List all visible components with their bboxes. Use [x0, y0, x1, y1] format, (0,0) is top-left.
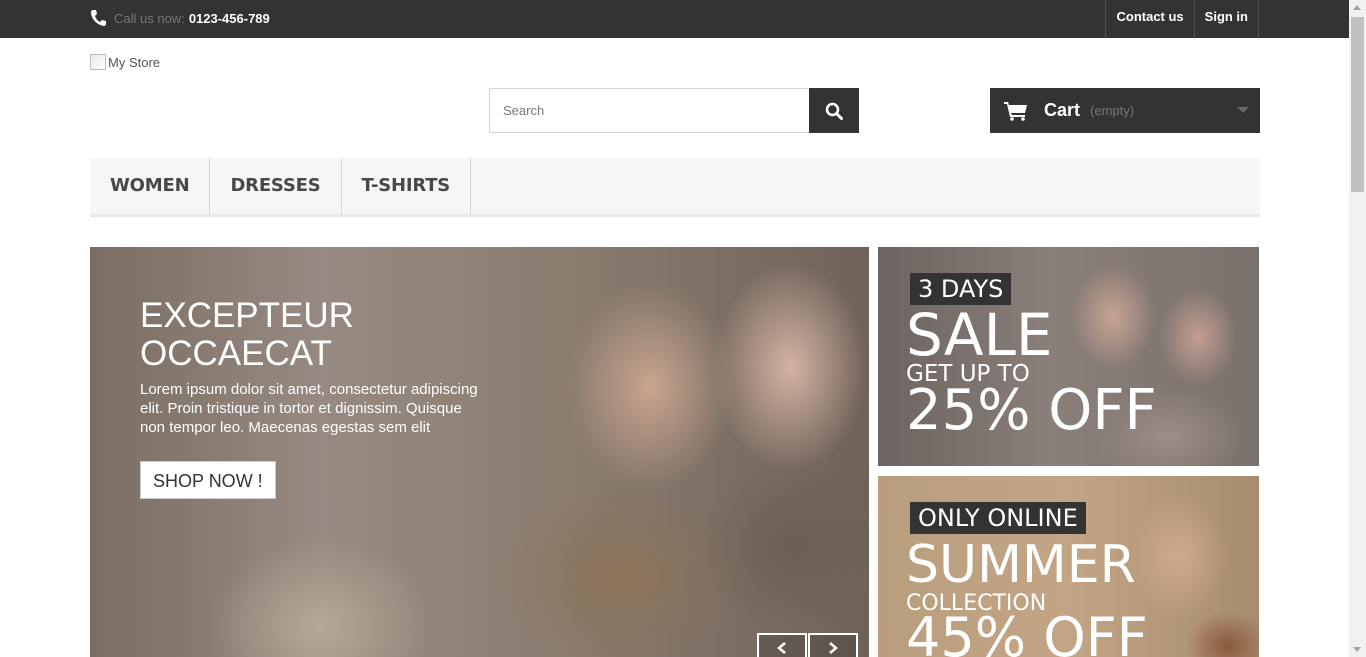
banner-headline: SUMMER	[906, 535, 1136, 595]
slider-next-button[interactable]	[808, 633, 858, 657]
search-bar	[489, 88, 859, 133]
menu-item-dresses[interactable]: DRESSES	[210, 158, 342, 214]
menu-item-tshirts[interactable]: T-SHIRTS	[342, 158, 472, 214]
phone-number: 0123-456-789	[188, 10, 270, 26]
cart-status: (empty)	[1090, 103, 1135, 118]
banner-headline: SALE	[906, 301, 1053, 369]
page-scrollbar[interactable]	[1349, 0, 1366, 657]
promo-banner-summer[interactable]: ONLY ONLINE SUMMER COLLECTION 45% OFF	[878, 476, 1259, 657]
search-icon	[825, 102, 843, 120]
main-menu: WOMEN DRESSES T-SHIRTS	[90, 158, 1260, 217]
call-label: Call us now:	[114, 10, 185, 26]
slide-description: Lorem ipsum dolor sit amet, consectetur …	[140, 381, 478, 436]
slider-prev-button[interactable]	[757, 633, 807, 657]
logo-alt-text: My Store	[108, 54, 161, 70]
shop-now-button[interactable]: SHOP NOW !	[140, 461, 276, 499]
phone-icon	[91, 10, 106, 26]
search-button[interactable]	[809, 88, 859, 133]
chevron-right-icon	[829, 642, 838, 654]
top-bar: Call us now: 0123-456-789 Contact us Sig…	[0, 0, 1349, 38]
store-logo[interactable]: My Store	[90, 54, 160, 70]
banner-tag: ONLY ONLINE	[910, 502, 1086, 534]
sign-in-link[interactable]: Sign in	[1193, 0, 1259, 38]
banner-offer: 45% OFF	[906, 606, 1148, 657]
scroll-up-icon[interactable]	[1353, 5, 1361, 10]
slide-title-line1: EXCEPTEUR	[140, 296, 354, 335]
broken-image-icon	[90, 54, 106, 70]
homepage-slider: EXCEPTEUR OCCAECAT Lorem ipsum dolor sit…	[90, 247, 869, 657]
chevron-left-icon	[777, 642, 786, 654]
promo-banner-sale[interactable]: 3 DAYS SALE GET UP TO 25% OFF	[878, 247, 1259, 466]
cart-icon	[1004, 101, 1027, 121]
call-us: Call us now: 0123-456-789	[90, 6, 270, 30]
cart-button[interactable]: Cart (empty)	[990, 88, 1260, 133]
contact-us-link[interactable]: Contact us	[1105, 0, 1193, 38]
search-input[interactable]	[489, 88, 809, 133]
chevron-down-icon	[1237, 107, 1249, 113]
scroll-down-icon[interactable]	[1353, 647, 1361, 652]
cart-label: Cart	[1044, 100, 1081, 120]
menu-item-women[interactable]: WOMEN	[90, 158, 211, 214]
slide-title-line2: OCCAECAT	[140, 334, 332, 373]
banner-offer: 25% OFF	[906, 378, 1157, 443]
scrollbar-thumb[interactable]	[1351, 17, 1364, 192]
slide-title: EXCEPTEUR OCCAECAT	[140, 297, 354, 373]
